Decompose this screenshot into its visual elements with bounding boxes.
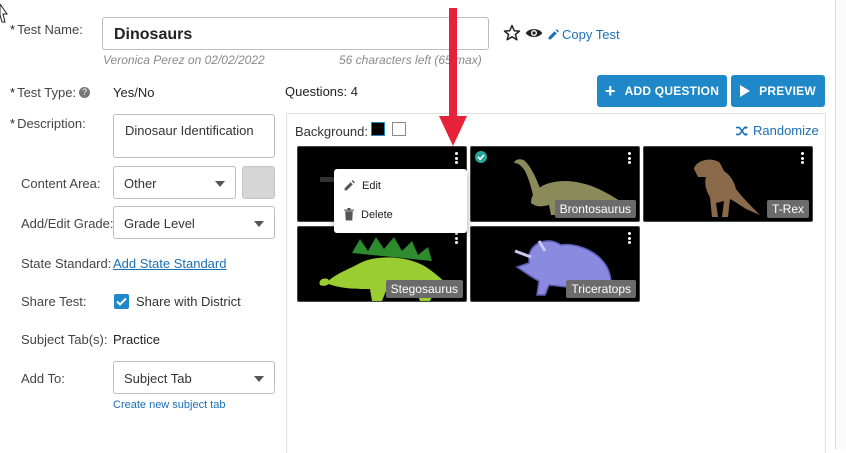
eye-icon[interactable] (525, 26, 543, 40)
content-area-label: Content Area: (21, 176, 101, 191)
add-to-label: Add To: (21, 371, 65, 386)
share-with-district-label: Share with District (136, 294, 241, 309)
content-area-select[interactable]: Other (113, 166, 236, 199)
menu-item-edit[interactable]: Edit (343, 179, 381, 192)
chevron-down-icon (254, 221, 264, 227)
more-options-icon[interactable] (628, 232, 631, 244)
trex-image (694, 159, 760, 217)
add-question-button[interactable]: + ADD QUESTION (597, 75, 727, 107)
color-swatch[interactable] (242, 166, 275, 199)
description-textarea[interactable]: Dinosaur Identification (113, 114, 275, 158)
annotation-arrow-icon (439, 8, 467, 146)
play-icon (740, 85, 751, 97)
grade-label: Add/Edit Grade: (21, 216, 114, 231)
create-subject-tab-link[interactable]: Create new subject tab (113, 399, 226, 411)
add-to-select[interactable]: Subject Tab (113, 361, 275, 394)
copy-test-button[interactable]: Copy Test (547, 27, 620, 42)
more-options-icon[interactable] (455, 232, 458, 244)
tile-context-menu: Edit Delete (334, 169, 467, 233)
test-name-input[interactable]: Dinosaurs (102, 17, 489, 50)
background-label: Background: (295, 124, 368, 139)
author-line: Veronica Perez on 02/02/2022 (103, 53, 265, 67)
subject-tabs-label: Subject Tab(s): (21, 332, 108, 347)
test-name-label: * Test Name: (10, 22, 83, 37)
shuffle-icon (736, 125, 748, 136)
tile-caption: T-Rex (766, 200, 809, 218)
question-tile[interactable]: T-Rex (643, 146, 813, 222)
more-options-icon[interactable] (455, 152, 458, 164)
question-tile[interactable]: Stegosaurus (297, 226, 467, 302)
cursor-icon (0, 4, 8, 23)
pencil-icon (344, 180, 355, 191)
share-test-label: Share Test: (21, 294, 87, 309)
randomize-button[interactable]: Randomize (735, 123, 819, 138)
trash-icon (344, 208, 354, 221)
tile-caption: Brontosaurus (554, 200, 636, 218)
share-checkbox[interactable] (114, 294, 129, 309)
test-type-value: Yes/No (113, 85, 155, 100)
checkmark-icon (116, 297, 127, 306)
star-icon[interactable] (503, 24, 521, 42)
grade-select[interactable]: Grade Level (113, 206, 275, 239)
chevron-down-icon (215, 181, 225, 187)
background-black-swatch[interactable] (371, 122, 385, 136)
description-label: * Description: (10, 116, 86, 131)
more-options-icon[interactable] (801, 152, 804, 164)
plus-icon: + (604, 81, 616, 101)
tile-caption: Triceratops (566, 280, 636, 298)
subject-tabs-value: Practice (113, 332, 160, 347)
questions-count: Questions: 4 (285, 84, 359, 99)
help-icon[interactable]: ? (79, 87, 91, 98)
preview-button[interactable]: PREVIEW (731, 75, 825, 107)
background-white-swatch[interactable] (392, 122, 406, 136)
more-options-icon[interactable] (628, 152, 631, 164)
thumbnail-text (320, 177, 334, 182)
question-tile[interactable]: Brontosaurus (470, 146, 640, 222)
menu-item-delete[interactable]: Delete (343, 208, 393, 221)
tile-caption: Stegosaurus (385, 280, 463, 298)
pencil-icon (548, 29, 559, 40)
question-tile[interactable]: Triceratops (470, 226, 640, 302)
check-circle-icon (475, 151, 487, 163)
window-edge (835, 0, 846, 449)
test-type-label: * Test Type: ? (10, 85, 91, 100)
add-state-standard-link[interactable]: Add State Standard (113, 256, 226, 271)
chevron-down-icon (254, 376, 264, 382)
state-standard-label: State Standard: (21, 256, 112, 271)
